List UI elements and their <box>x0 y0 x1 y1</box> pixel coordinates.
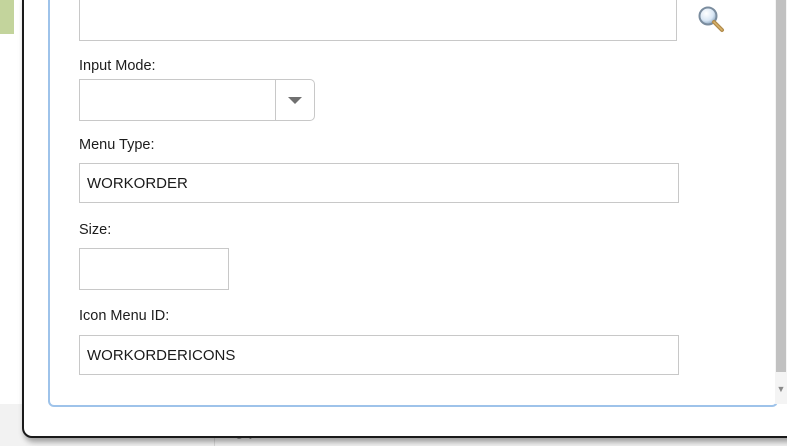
chevron-down-icon <box>288 97 302 104</box>
input-mode-value[interactable] <box>79 79 275 121</box>
size-field[interactable] <box>79 248 229 290</box>
size-label: Size: <box>79 222 112 238</box>
scrollbar-thumb[interactable] <box>776 0 786 372</box>
menu-type-label: Menu Type: <box>79 137 155 153</box>
input-mode-dropdown-button[interactable] <box>275 79 315 121</box>
icon-menu-id-label: Icon Menu ID: <box>79 308 170 324</box>
input-mode-select[interactable] <box>79 79 315 121</box>
menu-type-field[interactable] <box>79 163 679 203</box>
scroll-down-arrow-icon[interactable]: ▼ <box>776 382 786 396</box>
lookup-field[interactable] <box>79 0 677 41</box>
magnifier-icon[interactable] <box>696 4 726 34</box>
input-mode-label: Input Mode: <box>79 58 156 74</box>
icon-menu-id-field[interactable] <box>79 335 679 375</box>
background-app-strip <box>0 0 14 34</box>
